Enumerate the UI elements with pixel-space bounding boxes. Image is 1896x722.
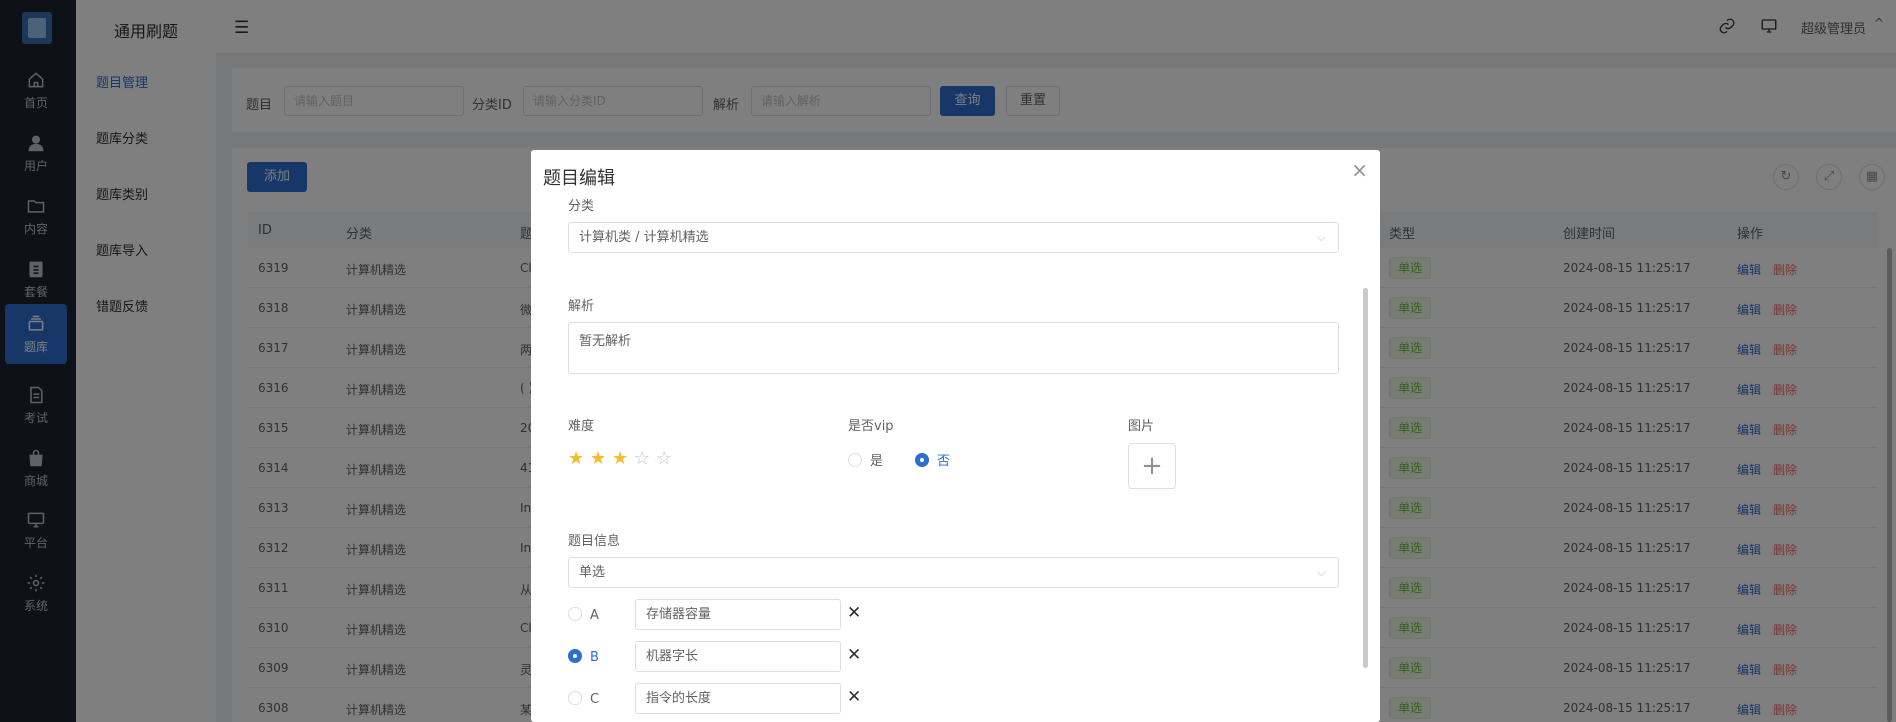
- option-text-input[interactable]: 指令的长度: [635, 683, 841, 714]
- dialog-title: 题目编辑: [543, 168, 615, 189]
- close-icon[interactable]: ×: [1351, 158, 1368, 182]
- category-label: 分类: [568, 199, 595, 214]
- vip-no-radio[interactable]: 否: [915, 450, 950, 469]
- option-text-input[interactable]: 机器字长: [635, 641, 841, 672]
- star-icon[interactable]: ★: [612, 448, 634, 469]
- option-radio[interactable]: C: [568, 691, 599, 707]
- vip-no-label: 否: [937, 454, 951, 469]
- star-icon[interactable]: ★: [590, 448, 612, 469]
- option-text-input[interactable]: 存储器容量: [635, 599, 841, 630]
- chevron-down-icon: ⌵: [1316, 230, 1326, 244]
- question-type-select[interactable]: 单选 ⌵: [568, 557, 1339, 588]
- chevron-down-icon: ⌵: [1316, 565, 1326, 579]
- radio-circle-icon: [568, 691, 582, 705]
- vip-yes-radio[interactable]: 是: [848, 450, 883, 469]
- option-letter: C: [590, 692, 600, 707]
- image-label: 图片: [1128, 419, 1155, 434]
- remove-option-close-icon[interactable]: ✕: [847, 603, 861, 623]
- analysis-textarea[interactable]: 暂无解析: [568, 322, 1339, 374]
- category-value: 计算机类 / 计算机精选: [579, 230, 709, 245]
- category-select[interactable]: 计算机类 / 计算机精选 ⌵: [568, 222, 1339, 253]
- difficulty-rating[interactable]: ★ ★ ★ ☆ ☆: [568, 448, 678, 469]
- option-radio[interactable]: B: [568, 649, 599, 665]
- vip-yes-label: 是: [870, 454, 884, 469]
- remove-option-close-icon[interactable]: ✕: [847, 687, 861, 707]
- image-upload-plus-icon[interactable]: +: [1128, 443, 1176, 489]
- question-edit-dialog: 题目编辑 × 分类 计算机类 / 计算机精选 ⌵ 解析 暂无解析 难度 ★ ★ ★ ☆…: [531, 150, 1380, 722]
- radio-circle-icon: [568, 607, 582, 621]
- star-icon[interactable]: ★: [568, 448, 590, 469]
- question-info-label: 题目信息: [568, 534, 621, 549]
- difficulty-label: 难度: [568, 419, 595, 434]
- star-icon[interactable]: ☆: [634, 448, 656, 469]
- vip-label: 是否vip: [848, 419, 894, 434]
- star-icon[interactable]: ☆: [656, 448, 678, 469]
- analysis-label: 解析: [568, 299, 595, 314]
- option-letter: A: [590, 608, 599, 623]
- radio-circle-icon: [568, 649, 582, 663]
- radio-circle-icon: [915, 453, 929, 467]
- dialog-scrollbar[interactable]: [1363, 288, 1368, 668]
- remove-option-close-icon[interactable]: ✕: [847, 645, 861, 665]
- option-letter: B: [590, 650, 599, 665]
- radio-circle-icon: [848, 453, 862, 467]
- option-radio[interactable]: A: [568, 607, 599, 623]
- question-type-value: 单选: [579, 565, 606, 580]
